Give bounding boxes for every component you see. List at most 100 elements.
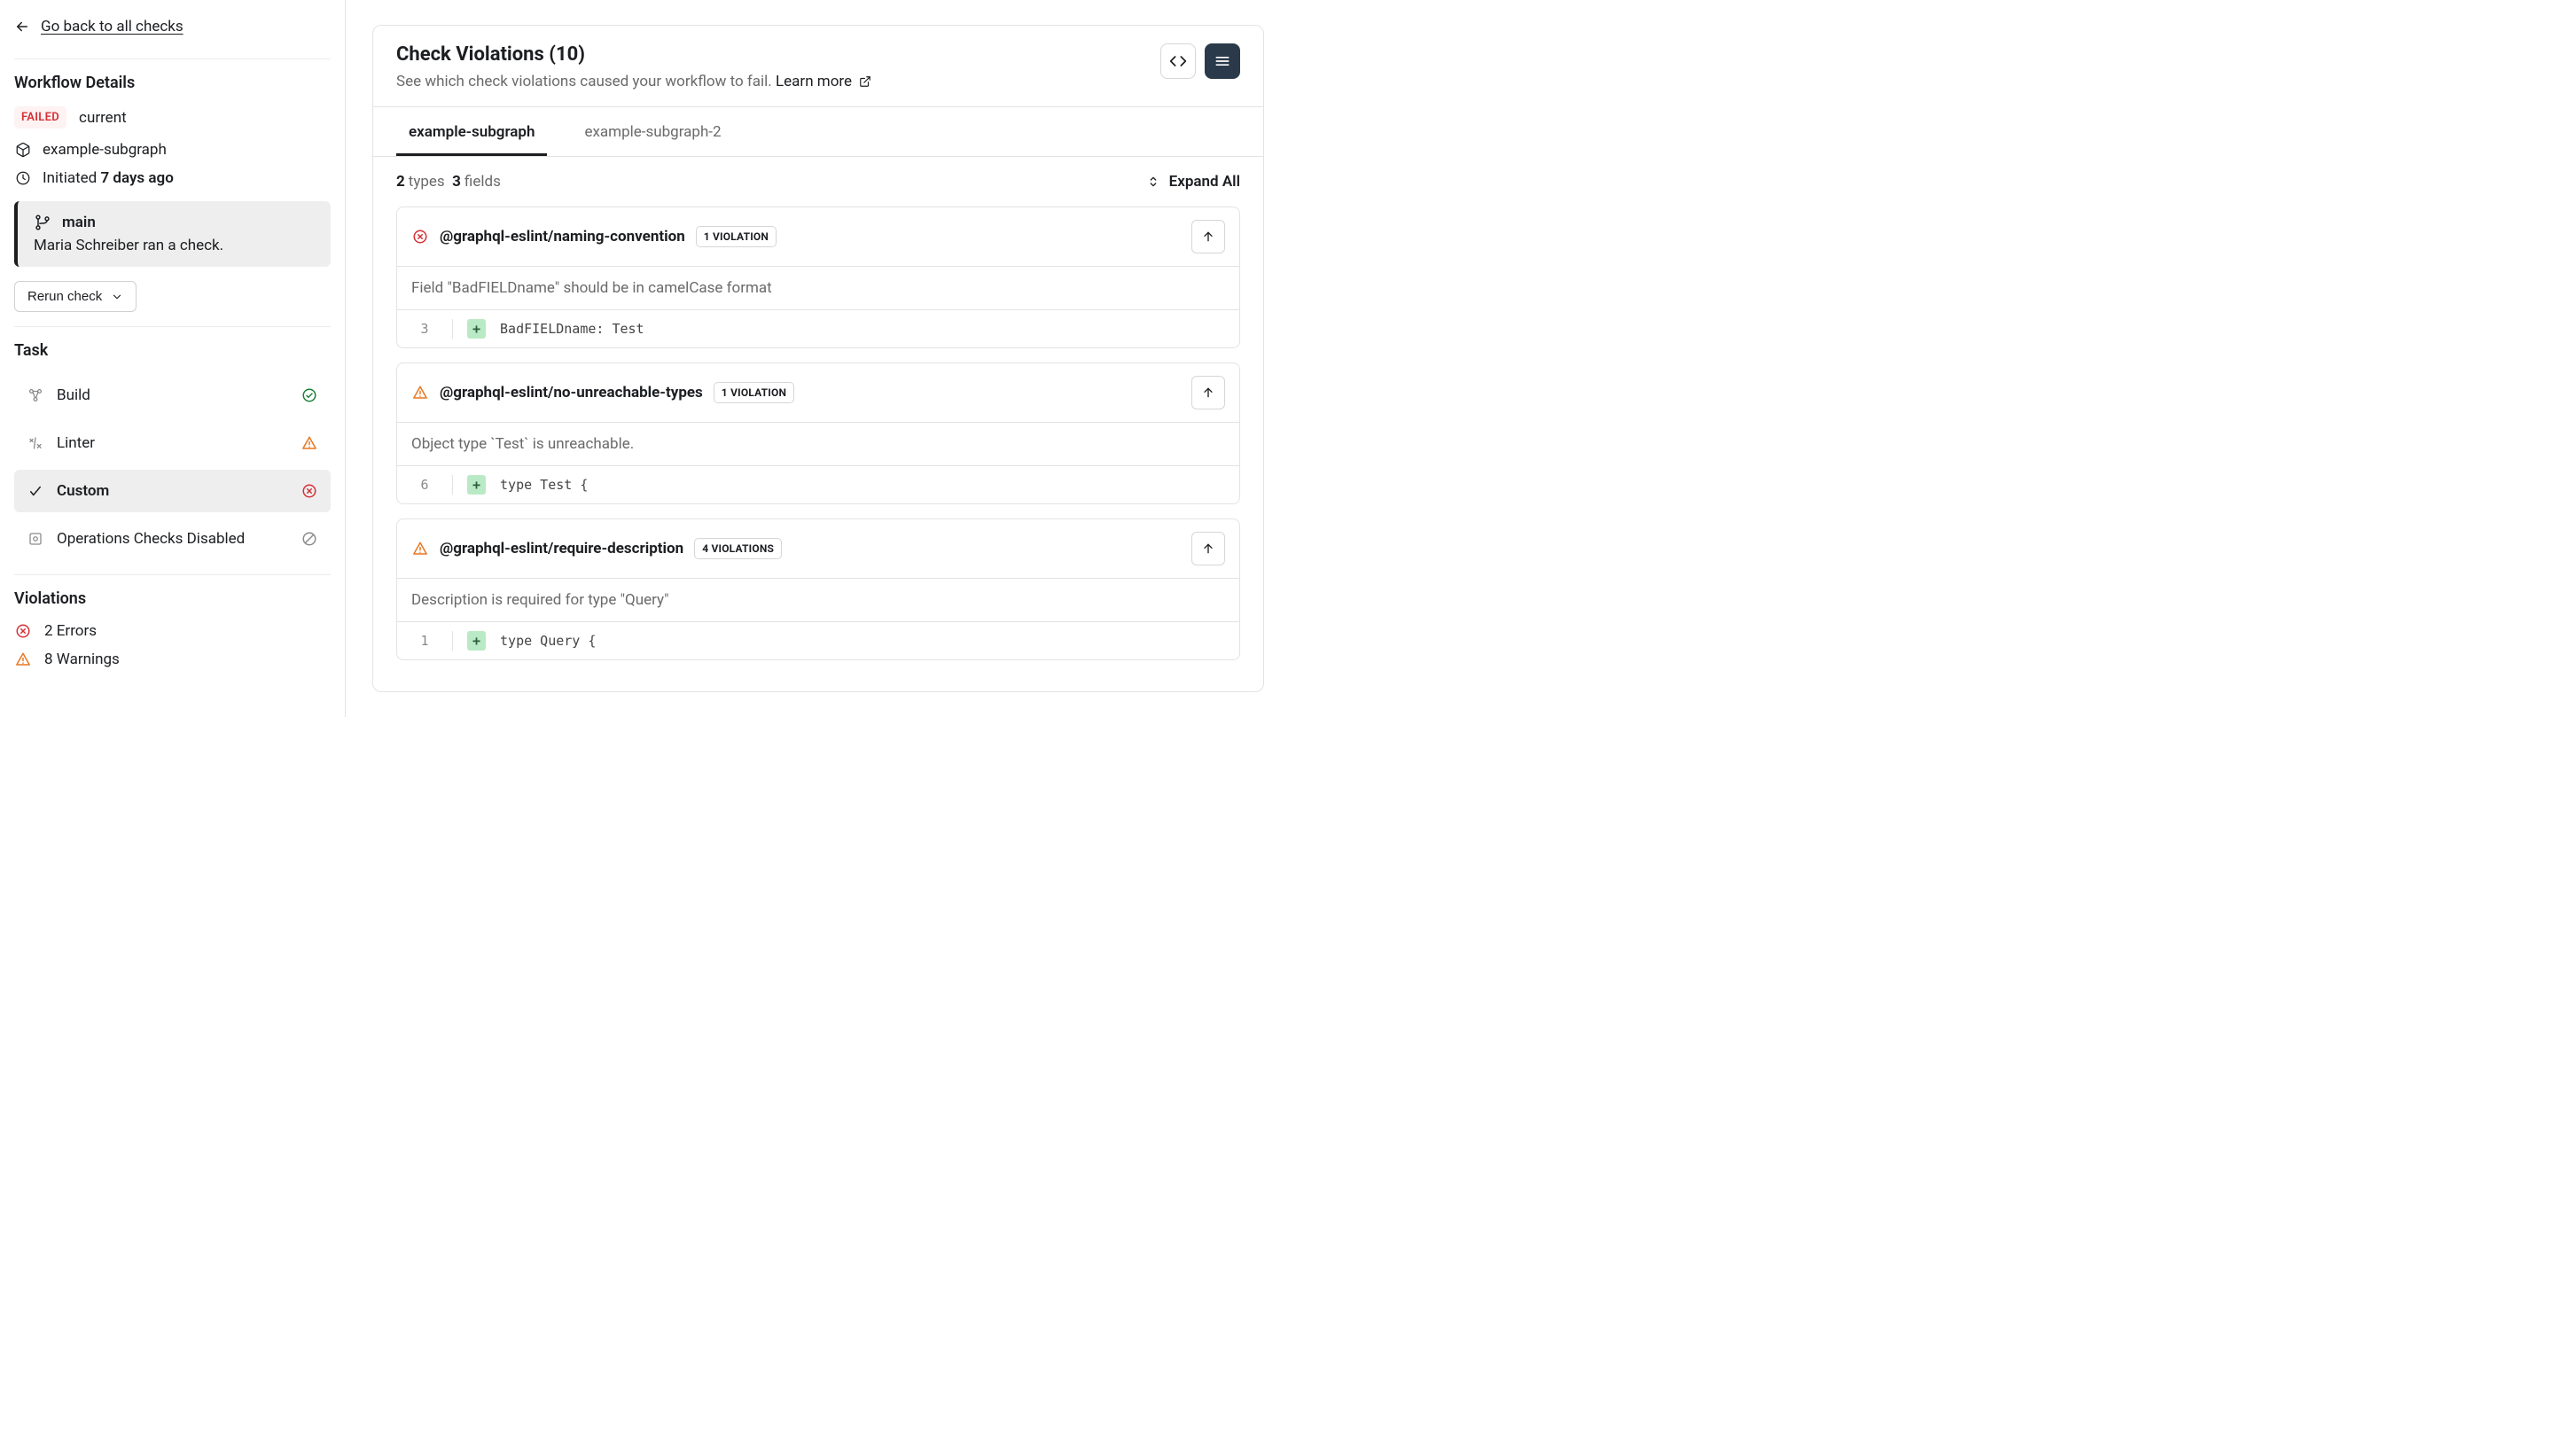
list-view-button[interactable] <box>1205 43 1240 79</box>
status-label: current <box>79 109 127 127</box>
status-ok-icon <box>301 386 318 404</box>
collapse-button[interactable] <box>1191 376 1225 409</box>
task-label: Custom <box>57 482 109 500</box>
summary-row: 2types 3fields Expand All <box>373 157 1263 207</box>
workflow-status-row: FAILED current <box>14 106 331 129</box>
main-content: Check Violations (10) See which check vi… <box>346 0 1291 717</box>
task-item-operations[interactable]: Operations Checks Disabled <box>14 518 331 560</box>
arrow-up-icon <box>1201 542 1215 556</box>
check-icon <box>27 482 44 500</box>
task-label: Operations Checks Disabled <box>57 530 245 548</box>
branch-activity: Maria Schreiber ran a check. <box>34 237 315 254</box>
learn-more-link[interactable]: Learn more <box>776 73 871 90</box>
code-row: 3 + BadFIELDname: Test <box>397 309 1239 347</box>
violation-body: Field "BadFIELDname" should be in camelC… <box>397 266 1239 347</box>
line-number: 3 <box>411 321 438 337</box>
operations-icon <box>27 530 44 548</box>
status-warn-icon <box>301 434 318 452</box>
code-snippet: type Test { <box>500 477 588 493</box>
initiated-row: Initiated 7 days ago <box>14 169 331 187</box>
panel-header: Check Violations (10) See which check vi… <box>373 26 1263 107</box>
expand-collapse-icon <box>1146 175 1160 189</box>
vline <box>452 631 453 651</box>
panel-subtitle: See which check violations caused your w… <box>396 73 871 90</box>
branch-card[interactable]: main Maria Schreiber ran a check. <box>14 201 331 267</box>
violation-card: @graphql-eslint/no-unreachable-types 1 V… <box>396 362 1240 504</box>
expand-all-button[interactable]: Expand All <box>1146 173 1240 191</box>
collapse-button[interactable] <box>1191 532 1225 565</box>
violations-title: Violations <box>14 589 331 608</box>
line-number: 6 <box>411 477 438 493</box>
collapse-button[interactable] <box>1191 220 1225 253</box>
initiated-prefix: Initiated <box>43 169 100 187</box>
task-item-linter[interactable]: Linter <box>14 422 331 464</box>
cube-icon <box>14 141 32 159</box>
expand-all-label: Expand All <box>1169 173 1240 191</box>
back-to-checks-link[interactable]: Go back to all checks <box>14 14 331 44</box>
warning-triangle-icon <box>411 384 429 401</box>
learn-more-label: Learn more <box>776 73 852 90</box>
errors-row: 2 Errors <box>14 622 331 640</box>
task-label: Linter <box>57 434 95 452</box>
violation-count-pill: 4 VIOLATIONS <box>694 538 782 559</box>
violation-head: @graphql-eslint/naming-convention 1 VIOL… <box>397 207 1239 266</box>
rule-name: @graphql-eslint/naming-convention <box>440 228 685 245</box>
violation-head: @graphql-eslint/require-description 4 VI… <box>397 519 1239 578</box>
divider <box>14 326 331 327</box>
subgraph-tabs: example-subgraph example-subgraph-2 <box>373 107 1263 157</box>
rule-name: @graphql-eslint/require-description <box>440 540 683 557</box>
vline <box>452 319 453 339</box>
plus-marker: + <box>467 319 486 339</box>
tab-example-subgraph[interactable]: example-subgraph <box>396 107 547 156</box>
violation-body: Description is required for type "Query"… <box>397 578 1239 659</box>
violation-card: @graphql-eslint/naming-convention 1 VIOL… <box>396 207 1240 348</box>
code-icon <box>1169 52 1187 70</box>
warnings-row: 8 Warnings <box>14 651 331 668</box>
arrow-up-icon <box>1201 230 1215 244</box>
error-circle-icon <box>14 622 32 640</box>
divider <box>14 574 331 575</box>
fields-count: 3 <box>452 173 461 191</box>
plus-marker: + <box>467 475 486 495</box>
warning-triangle-icon <box>411 540 429 557</box>
code-snippet: type Query { <box>500 633 596 649</box>
task-title: Task <box>14 341 331 360</box>
violations-summary: Violations 2 Errors 8 Warnings <box>14 589 331 668</box>
warnings-label: 8 Warnings <box>44 651 120 668</box>
task-item-build[interactable]: Build <box>14 374 331 417</box>
code-snippet: BadFIELDname: Test <box>500 321 644 337</box>
error-circle-icon <box>411 228 429 245</box>
task-item-custom[interactable]: Custom <box>14 470 331 512</box>
clock-icon <box>14 169 32 187</box>
code-view-button[interactable] <box>1160 43 1196 79</box>
task-list: Build Linter Custom <box>14 374 331 560</box>
tab-example-subgraph-2[interactable]: example-subgraph-2 <box>572 107 733 156</box>
violation-count-pill: 1 VIOLATION <box>696 226 777 247</box>
errors-label: 2 Errors <box>44 622 97 640</box>
warning-triangle-icon <box>14 651 32 668</box>
violations-panel: Check Violations (10) See which check vi… <box>372 25 1264 692</box>
arrow-up-icon <box>1201 386 1215 400</box>
status-err-icon <box>301 482 318 500</box>
task-label: Build <box>57 386 90 404</box>
violation-card: @graphql-eslint/require-description 4 VI… <box>396 518 1240 660</box>
branch-name: main <box>62 214 96 231</box>
plus-marker: + <box>467 631 486 651</box>
violation-message: Object type `Test` is unreachable. <box>397 423 1239 465</box>
rerun-check-button[interactable]: Rerun check <box>14 281 137 312</box>
subtitle-prefix: See which check violations caused your w… <box>396 73 776 90</box>
initiated-time: 7 days ago <box>100 169 173 187</box>
types-label: types <box>409 173 445 191</box>
external-link-icon <box>859 75 871 88</box>
code-row: 1 + type Query { <box>397 621 1239 659</box>
workflow-details-title: Workflow Details <box>14 74 331 92</box>
arrow-left-icon <box>14 19 30 35</box>
branch-header: main <box>34 214 315 231</box>
subgraph-row: example-subgraph <box>14 141 331 159</box>
divider <box>14 58 331 59</box>
violation-body: Object type `Test` is unreachable. 6 + t… <box>397 422 1239 503</box>
violation-head: @graphql-eslint/no-unreachable-types 1 V… <box>397 363 1239 422</box>
fields-label: fields <box>464 173 501 191</box>
status-disabled-icon <box>301 530 318 548</box>
violation-message: Field "BadFIELDname" should be in camelC… <box>397 267 1239 309</box>
